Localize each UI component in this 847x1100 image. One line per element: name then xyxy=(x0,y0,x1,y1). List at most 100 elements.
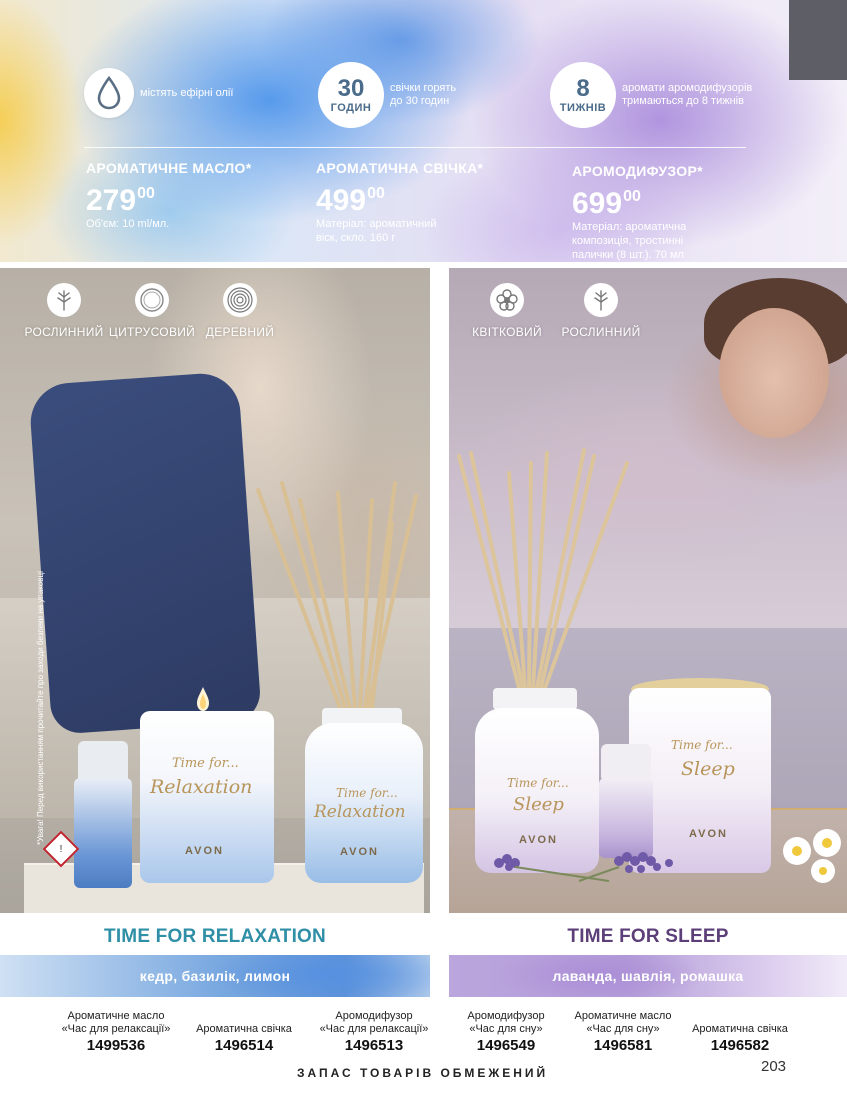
oil-bottle-cap xyxy=(78,741,128,783)
scent-categories: РОСЛИННИЙ ЦИТРУСОВИЙ ДЕРЕВНИЙ xyxy=(20,283,284,339)
diffuser-script-line2: Relaxation xyxy=(314,802,406,822)
water-drop-icon xyxy=(84,68,134,118)
price-description-line: віск, скло. 160 г xyxy=(316,232,396,244)
price-title: АРОМОДИФУЗОР* xyxy=(572,163,703,179)
corner-tab xyxy=(789,0,847,80)
price-oil: АРОМАТИЧНЕ МАСЛО* 27900 Об'єм: 10 ml/мл. xyxy=(86,160,251,231)
price-cents: 00 xyxy=(367,185,385,202)
product-code: 1496549 xyxy=(476,1037,536,1054)
price-description: Об'єм: 10 ml/мл. xyxy=(86,217,251,231)
sleep-notes: лаванда, шавлія, ромашка xyxy=(552,968,744,984)
feature-text: містять ефірні олії xyxy=(140,86,234,99)
product-name-line: Ароматична свічка xyxy=(196,1023,292,1035)
product-name-line: Ароматичне масло xyxy=(67,1010,165,1022)
avon-logo: AVON xyxy=(185,845,224,857)
product-name-line: «Час для сну» xyxy=(586,1023,660,1035)
feature-text-line: свічки горять xyxy=(390,82,457,94)
price-main: 279 xyxy=(86,184,137,217)
relaxation-oil-bottle xyxy=(74,778,132,888)
relaxation-product-list: Ароматичне масло «Час для релаксації» 14… xyxy=(56,1010,436,1055)
lavender-sprigs xyxy=(494,852,673,882)
price-description: Матеріал: ароматичний віск, скло. 160 г xyxy=(316,217,483,245)
price-main: 499 xyxy=(316,184,367,217)
candle-script-line2: Relaxation xyxy=(150,776,253,798)
sleep-title: TIME FOR SLEEP xyxy=(567,926,729,947)
product-name-line: Ароматична свічка xyxy=(692,1023,788,1035)
product-name-line: «Час для сну» xyxy=(469,1023,543,1035)
leaf-icon xyxy=(584,283,618,317)
product-name-line: «Час для релаксації» xyxy=(61,1023,171,1035)
product-code: 1496513 xyxy=(344,1037,404,1054)
category-label: ЦИТРУСОВИЙ xyxy=(108,325,196,339)
feature-essential-oils: містять ефірні олії xyxy=(84,68,233,118)
sleep-product-list: Аромодифузор «Час для сну» 1496549 Арома… xyxy=(455,1010,795,1055)
product-code: 1499536 xyxy=(86,1037,146,1054)
sleep-product-photo: Time for... Sleep AVON Time for... Sleep… xyxy=(449,268,847,913)
feature-text: свічки горять до 30 годин xyxy=(390,82,456,108)
diffuser-script-line1: Time for... xyxy=(507,776,569,790)
category-woody: ДЕРЕВНИЙ xyxy=(196,283,284,339)
product-item: Ароматичне масло «Час для сну» 1496581 xyxy=(565,1010,681,1055)
price-main: 699 xyxy=(572,187,623,220)
product-name-line: Аромодифузор xyxy=(467,1010,545,1022)
weeks-badge: 8 ТИЖНІВ xyxy=(550,62,616,128)
price-description-line: Об'єм: 10 ml/мл. xyxy=(86,218,170,230)
wood-rings-icon xyxy=(223,283,257,317)
product-item: Ароматична свічка 1496582 xyxy=(685,1023,795,1055)
badge-number: 30 xyxy=(337,74,365,102)
page-number: 203 xyxy=(761,1058,787,1075)
category-label: РОСЛИННИЙ xyxy=(24,325,104,339)
product-item: Аромодифузор «Час для сну» 1496549 xyxy=(455,1010,557,1055)
relaxation-product-photo: Time for... Relaxation AVON Time for... … xyxy=(0,268,430,913)
candle-script-line2: Sleep xyxy=(681,758,735,780)
oil-bottle-cap xyxy=(601,744,651,782)
category-label: ДЕРЕВНИЙ xyxy=(205,325,275,339)
flower-icon xyxy=(490,283,524,317)
badge-unit: ГОДИН xyxy=(330,101,372,114)
diffuser-neck xyxy=(493,688,577,710)
diffuser-script-line2: Sleep xyxy=(513,794,564,815)
price-description-line: Матеріал: ароматична xyxy=(572,221,687,233)
category-herbal: РОСЛИННИЙ xyxy=(557,283,645,339)
sleep-notes-band: лаванда, шавлія, ромашка xyxy=(449,955,847,997)
product-item: Аромодифузор «Час для релаксації» 149651… xyxy=(312,1010,436,1055)
feature-diffuser-duration: 8 ТИЖНІВ аромати аромодифузорів тримають… xyxy=(550,62,752,128)
price-title: АРОМАТИЧНЕ МАСЛО* xyxy=(86,160,252,176)
feature-text-line: до 30 годин xyxy=(390,95,450,107)
leaf-icon xyxy=(47,283,81,317)
category-herbal: РОСЛИННИЙ xyxy=(20,283,108,339)
price-description-line: композиція, тростинні xyxy=(572,235,684,247)
price-cents: 00 xyxy=(623,188,641,205)
price-candle: АРОМАТИЧНА СВІЧКА* 49900 Матеріал: арома… xyxy=(316,160,483,245)
product-name-line: Ароматичне масло xyxy=(574,1010,672,1022)
price-description: Матеріал: ароматична композиція, тростин… xyxy=(572,220,703,262)
product-item: Ароматична свічка 1496514 xyxy=(184,1023,304,1055)
relaxation-title: TIME FOR RELAXATION xyxy=(104,926,326,947)
feature-text-line: тримаються до 8 тижнів xyxy=(622,95,744,107)
header-watercolor-band: містять ефірні олії 30 ГОДИН свічки горя… xyxy=(0,0,847,262)
badge-unit: ТИЖНІВ xyxy=(559,101,607,114)
product-name-line: Аромодифузор xyxy=(335,1010,413,1022)
price-cents: 00 xyxy=(137,185,155,202)
product-code: 1496514 xyxy=(214,1037,274,1054)
scent-categories: КВІТКОВИЙ РОСЛИННИЙ xyxy=(463,283,645,339)
price-value: 69900 xyxy=(572,181,703,220)
category-citrus: ЦИТРУСОВИЙ xyxy=(108,283,196,339)
candle-script-line1: Time for... xyxy=(671,738,733,752)
candle-flame-icon xyxy=(197,687,209,711)
relaxation-notes: кедр, базилік, лимон xyxy=(139,968,291,984)
price-diffuser: АРОМОДИФУЗОР* 69900 Матеріал: ароматична… xyxy=(572,163,703,262)
header-divider xyxy=(84,147,746,148)
category-label: КВІТКОВИЙ xyxy=(472,325,542,339)
feature-text-line: аромати аромодифузорів xyxy=(622,82,753,94)
category-label: РОСЛИННИЙ xyxy=(561,325,641,339)
price-description-line: палички (8 шт.). 70 мл xyxy=(572,249,684,261)
price-title: АРОМАТИЧНА СВІЧКА* xyxy=(316,160,484,176)
price-value: 27900 xyxy=(86,178,251,217)
candle-script-line1: Time for... xyxy=(172,756,239,771)
chamomile-flowers xyxy=(783,829,841,883)
product-name-line: «Час для релаксації» xyxy=(319,1023,429,1035)
safety-warning: *Увага! Перед використанням прочитайте п… xyxy=(36,571,45,845)
avon-logo: AVON xyxy=(340,846,379,858)
price-description-line: Матеріал: ароматичний xyxy=(316,218,437,230)
